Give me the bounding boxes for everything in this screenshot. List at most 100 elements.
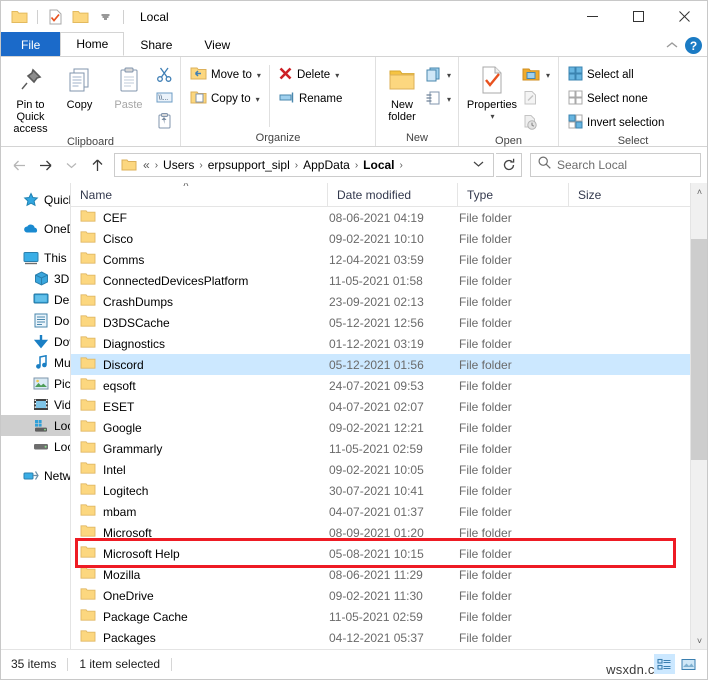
sidebar-item-local-disk-c[interactable]: Local Disk (C:): [1, 415, 70, 436]
table-row[interactable]: CrashDumps 23-09-2021 02:13 File folder: [71, 291, 707, 312]
recent-locations-button[interactable]: [59, 153, 83, 177]
folder-icon[interactable]: [9, 6, 30, 27]
column-header-type[interactable]: Type: [458, 183, 569, 206]
sidebar-item-music[interactable]: Music: [1, 352, 70, 373]
breadcrumb[interactable]: « › Users › erpsupport_sipl › AppData › …: [114, 153, 494, 177]
help-icon[interactable]: ?: [685, 37, 702, 54]
breadcrumb-item-appdata[interactable]: AppData: [299, 158, 354, 172]
sidebar-item-onedrive[interactable]: OneDrive: [1, 218, 70, 239]
move-to-button[interactable]: Move to ▾: [186, 64, 265, 86]
table-row[interactable]: D3DSCache 05-12-2021 12:56 File folder: [71, 312, 707, 333]
copy-to-button[interactable]: Copy to ▾: [186, 88, 265, 110]
paste-button[interactable]: Paste: [104, 61, 153, 111]
sidebar-item-downloads[interactable]: Downloads: [1, 331, 70, 352]
table-row[interactable]: CEF 08-06-2021 04:19 File folder: [71, 207, 707, 228]
table-row[interactable]: Cisco 09-02-2021 10:10 File folder: [71, 228, 707, 249]
chevron-down-icon-4[interactable]: ▾: [447, 71, 451, 80]
scroll-down-button[interactable]: ˅: [691, 632, 707, 649]
customize-dropdown-icon[interactable]: [95, 6, 116, 27]
new-item-button[interactable]: ▾: [423, 64, 453, 86]
tab-share[interactable]: Share: [124, 32, 189, 56]
new-folder-button[interactable]: New folder: [381, 61, 423, 123]
chevron-down-icon-7[interactable]: ▾: [546, 71, 550, 80]
table-row[interactable]: mbam 04-07-2021 01:37 File folder: [71, 501, 707, 522]
column-header-date[interactable]: Date modified: [328, 183, 458, 206]
table-row[interactable]: Intel 09-02-2021 10:05 File folder: [71, 459, 707, 480]
back-button[interactable]: [7, 153, 31, 177]
up-button[interactable]: [85, 153, 109, 177]
file-name-label: Package Cache: [103, 609, 188, 624]
table-row[interactable]: Google 09-02-2021 12:21 File folder: [71, 417, 707, 438]
table-row[interactable]: Packages 04-12-2021 05:37 File folder: [71, 627, 707, 648]
table-row[interactable]: Comms 12-04-2021 03:59 File folder: [71, 249, 707, 270]
table-row[interactable]: Microsoft Help 05-08-2021 10:15 File folde…: [71, 543, 707, 564]
table-row[interactable]: Diagnostics 01-12-2021 03:19 File folder: [71, 333, 707, 354]
details-view-icon[interactable]: [654, 654, 675, 674]
sidebar-item-documents[interactable]: Documents: [1, 310, 70, 331]
chevron-down-icon-3[interactable]: ▾: [335, 71, 339, 80]
invert-selection-button[interactable]: Invert selection: [564, 112, 668, 134]
chevron-down-icon-2[interactable]: ▾: [256, 95, 260, 104]
sidebar-item-pictures[interactable]: Pictures: [1, 373, 70, 394]
rename-button[interactable]: Rename: [274, 88, 346, 110]
vertical-scrollbar[interactable]: ˄ ˅: [690, 183, 707, 649]
table-row[interactable]: eqsoft 24-07-2021 09:53 File folder: [71, 375, 707, 396]
properties-icon[interactable]: [45, 6, 66, 27]
breadcrumb-item-user[interactable]: erpsupport_sipl: [204, 158, 294, 172]
table-row[interactable]: Discord 05-12-2021 01:56 File folder: [71, 354, 707, 375]
scissors-icon[interactable]: [153, 63, 175, 85]
chevron-down-icon-6[interactable]: ▾: [490, 111, 494, 123]
properties-button[interactable]: Properties ▾: [464, 61, 520, 123]
folder-icon: [80, 377, 96, 394]
table-row[interactable]: Package Cache 11-05-2021 02:59 File folder: [71, 606, 707, 627]
sidebar-item-this-pc[interactable]: This PC: [1, 247, 70, 268]
breadcrumb-overflow[interactable]: «: [139, 158, 154, 172]
tab-file[interactable]: File: [1, 32, 61, 56]
column-header-name[interactable]: ˄ Name: [71, 183, 328, 206]
tab-home[interactable]: Home: [60, 32, 125, 56]
table-row[interactable]: Microsoft 08-09-2021 01:20 File folder: [71, 522, 707, 543]
chevron-down-icon-5[interactable]: ▾: [447, 95, 451, 104]
refresh-button[interactable]: [496, 153, 522, 177]
drive-icon: [33, 439, 49, 455]
maximize-button[interactable]: [615, 1, 661, 32]
table-row[interactable]: OneDrive 09-02-2021 11:30 File folder: [71, 585, 707, 606]
easy-access-button[interactable]: ▾: [423, 88, 453, 110]
sidebar-item-videos[interactable]: Videos: [1, 394, 70, 415]
table-row[interactable]: ConnectedDevicesPlatform 11-05-2021 01:58…: [71, 270, 707, 291]
chevron-down-icon[interactable]: ▾: [257, 71, 261, 80]
large-icons-view-icon[interactable]: [678, 654, 699, 674]
select-all-button[interactable]: Select all: [564, 64, 668, 86]
cell-name: ConnectedDevicesPlatform: [71, 272, 328, 289]
scroll-up-button[interactable]: ˄: [691, 183, 707, 200]
open-button[interactable]: ▾: [520, 64, 552, 86]
sidebar-item-desktop[interactable]: Desktop: [1, 289, 70, 310]
scrollbar-thumb[interactable]: [691, 239, 707, 460]
sidebar-item-quick-access[interactable]: Quick access: [1, 189, 70, 210]
forward-button[interactable]: [33, 153, 57, 177]
minimize-button[interactable]: [569, 1, 615, 32]
breadcrumb-item-users[interactable]: Users: [159, 158, 198, 172]
breadcrumb-dropdown-icon[interactable]: [466, 160, 491, 171]
copy-path-icon[interactable]: \\...: [153, 86, 175, 108]
pin-to-quick-access-button[interactable]: Pin to Quick access: [6, 61, 55, 135]
close-button[interactable]: [661, 1, 707, 32]
sidebar-item-network[interactable]: Network: [1, 465, 70, 486]
table-row[interactable]: Logitech 30-07-2021 10:41 File folder: [71, 480, 707, 501]
sidebar-item-3d-objects[interactable]: 3D Objects: [1, 268, 70, 289]
breadcrumb-item-local[interactable]: Local: [359, 158, 398, 172]
delete-button[interactable]: Delete ▾: [274, 64, 346, 86]
copy-button[interactable]: Copy: [55, 61, 104, 111]
sidebar-item-local-disk-d[interactable]: Local Disk (D:): [1, 436, 70, 457]
new-folder-icon[interactable]: [70, 6, 91, 27]
chevron-up-icon[interactable]: [666, 40, 678, 52]
table-row[interactable]: Mozilla 08-06-2021 11:29 File folder: [71, 564, 707, 585]
search-box[interactable]: Search Local: [530, 153, 701, 177]
select-none-button[interactable]: Select none: [564, 88, 668, 110]
table-row[interactable]: ESET 04-07-2021 02:07 File folder: [71, 396, 707, 417]
table-row[interactable]: Grammarly 11-05-2021 02:59 File folder: [71, 438, 707, 459]
tab-view[interactable]: View: [188, 32, 247, 56]
search-input[interactable]: Search Local: [557, 158, 627, 172]
column-header-size[interactable]: Size: [569, 183, 649, 206]
paste-shortcut-icon[interactable]: [153, 109, 175, 131]
